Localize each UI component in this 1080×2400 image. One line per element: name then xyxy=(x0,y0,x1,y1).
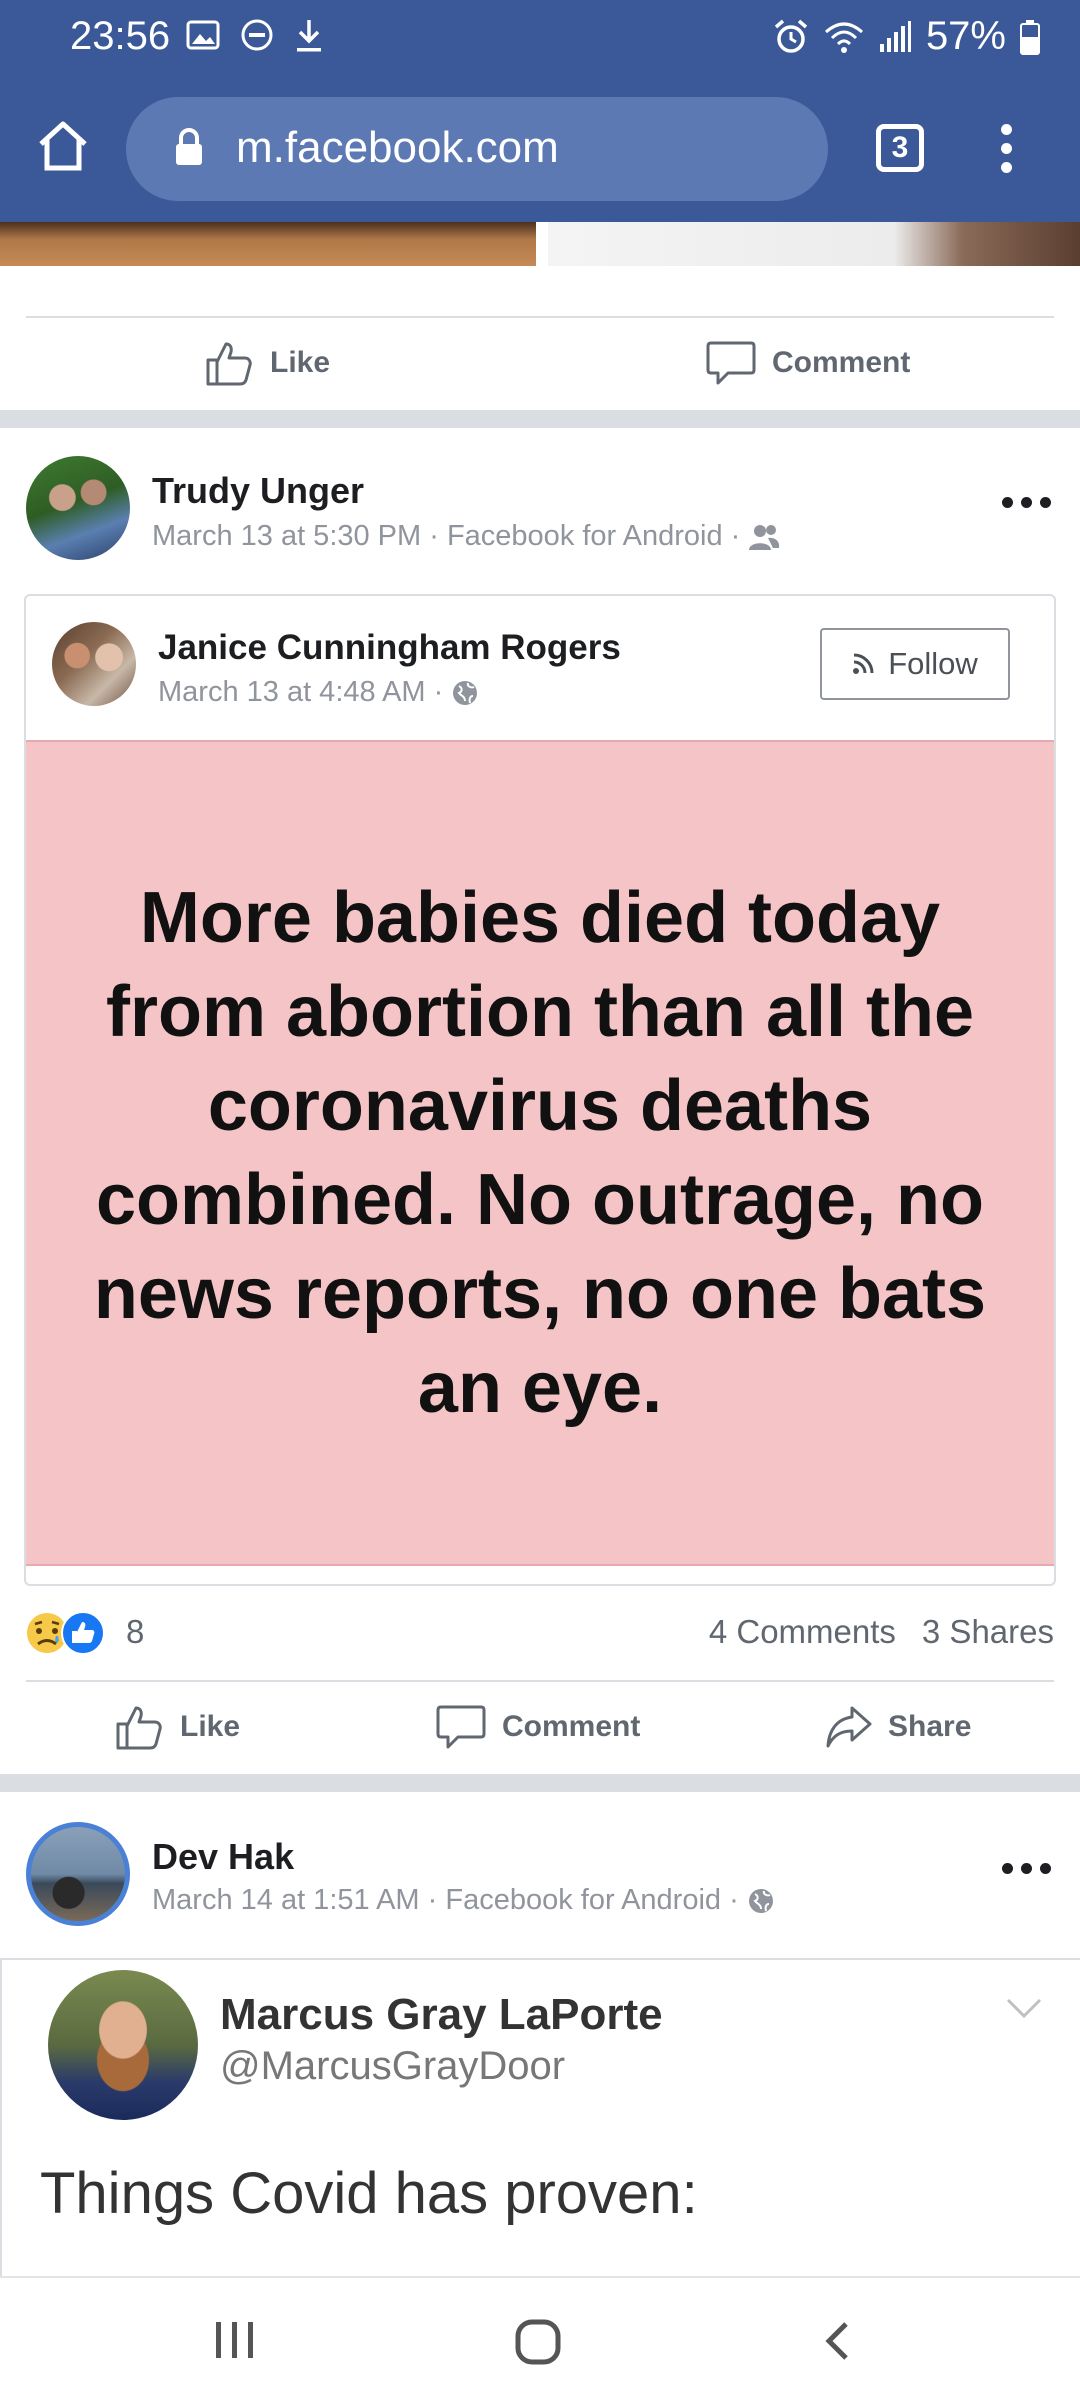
comment-button[interactable]: Comment xyxy=(706,318,910,408)
url-text: m.facebook.com xyxy=(236,123,559,172)
comment-icon xyxy=(706,341,756,385)
thumbs-up-icon xyxy=(206,342,252,386)
post-timestamp[interactable]: March 14 at 1:51 AM · Facebook for Andro… xyxy=(152,1884,739,1917)
quote-image[interactable]: More babies died today from abortion tha… xyxy=(26,740,1054,1566)
post-options-button[interactable] xyxy=(1002,1863,1051,1874)
dnd-icon xyxy=(241,19,273,51)
tweet-screenshot[interactable]: Marcus Gray LaPorte @MarcusGrayDoor Thin… xyxy=(0,1958,1080,2276)
battery-icon xyxy=(1020,19,1040,55)
tab-switcher-button[interactable]: 3 xyxy=(876,124,924,172)
tweet-author-name: Marcus Gray LaPorte xyxy=(220,1990,663,2039)
avatar xyxy=(48,1970,198,2120)
home-icon[interactable] xyxy=(36,120,90,172)
comment-count[interactable]: 4 Comments xyxy=(709,1613,896,1651)
image-icon xyxy=(186,20,220,50)
thumbs-up-icon xyxy=(116,1706,162,1750)
engagement-counts: 4 Comments 3 Shares xyxy=(709,1613,1054,1651)
follow-label: Follow xyxy=(888,646,978,681)
chevron-down-icon xyxy=(1006,1998,1042,2019)
like-button[interactable]: Like xyxy=(204,318,330,408)
shared-post-meta: March 13 at 4:48 AM · xyxy=(158,676,479,709)
shared-post-timestamp[interactable]: March 13 at 4:48 AM · xyxy=(158,676,443,709)
signal-icon xyxy=(879,20,911,52)
like-button[interactable]: Like xyxy=(114,1682,240,1772)
feed-separator xyxy=(0,410,1080,428)
avatar[interactable] xyxy=(52,622,136,706)
comment-label: Comment xyxy=(772,346,911,379)
follow-button[interactable]: Follow xyxy=(820,628,1010,700)
browser-menu-button[interactable] xyxy=(996,124,1016,176)
like-reaction-icon xyxy=(61,1611,105,1655)
post-options-button[interactable] xyxy=(1002,497,1051,508)
feed-separator xyxy=(0,1774,1080,1792)
previous-post-actions: Like Comment xyxy=(0,318,1080,408)
quote-text: More babies died today from abortion tha… xyxy=(93,878,987,1428)
share-count[interactable]: 3 Shares xyxy=(922,1613,1054,1651)
browser-top-bar: 23:56 57% m.facebook.com 3 xyxy=(0,0,1080,222)
post-actions: Like Comment Share xyxy=(0,1682,1080,1772)
share-label: Share xyxy=(888,1710,972,1743)
back-icon[interactable] xyxy=(822,2320,852,2362)
like-label: Like xyxy=(180,1710,241,1743)
globe-icon xyxy=(748,1888,773,1913)
rss-icon xyxy=(853,653,874,674)
like-label: Like xyxy=(270,346,331,379)
reaction-count[interactable]: 8 xyxy=(126,1613,144,1651)
wifi-icon xyxy=(824,22,863,53)
status-bar: 23:56 57% xyxy=(0,0,1080,78)
post-meta: March 13 at 5:30 PM · Facebook for Andro… xyxy=(152,520,780,553)
avatar[interactable] xyxy=(26,456,130,560)
shared-post-card[interactable]: Janice Cunningham Rogers March 13 at 4:4… xyxy=(24,594,1056,1586)
comment-icon xyxy=(436,1705,486,1749)
previous-post-images[interactable] xyxy=(0,222,1080,266)
tweet-text: Things Covid has proven: xyxy=(40,2161,698,2226)
post-timestamp[interactable]: March 13 at 5:30 PM · Facebook for Andro… xyxy=(152,520,740,553)
globe-icon xyxy=(453,680,478,705)
recents-icon[interactable] xyxy=(212,2320,258,2360)
post-author-name[interactable]: Dev Hak xyxy=(152,1836,294,1878)
download-icon xyxy=(297,20,321,52)
status-time: 23:56 xyxy=(70,14,171,58)
share-button[interactable]: Share xyxy=(826,1682,971,1772)
system-nav-bar xyxy=(0,2276,1080,2400)
lock-icon xyxy=(176,128,202,165)
address-bar[interactable]: m.facebook.com xyxy=(126,97,828,201)
battery-percent: 57% xyxy=(925,14,1006,58)
comment-label: Comment xyxy=(502,1710,641,1743)
alarm-icon xyxy=(774,19,808,53)
post-meta: March 14 at 1:51 AM · Facebook for Andro… xyxy=(152,1884,775,1917)
avatar[interactable] xyxy=(26,1822,130,1926)
comment-button[interactable]: Comment xyxy=(436,1682,640,1772)
reactions-summary[interactable] xyxy=(24,1610,106,1656)
home-icon[interactable] xyxy=(514,2318,562,2366)
friends-icon xyxy=(749,524,780,550)
previous-post-image-left[interactable] xyxy=(0,222,536,266)
post-author-name[interactable]: Trudy Unger xyxy=(152,470,364,512)
previous-post-image-right[interactable] xyxy=(548,222,1080,266)
shared-post-author-name[interactable]: Janice Cunningham Rogers xyxy=(158,628,621,668)
tweet-handle: @MarcusGrayDoor xyxy=(220,2044,566,2088)
share-icon xyxy=(826,1706,872,1748)
